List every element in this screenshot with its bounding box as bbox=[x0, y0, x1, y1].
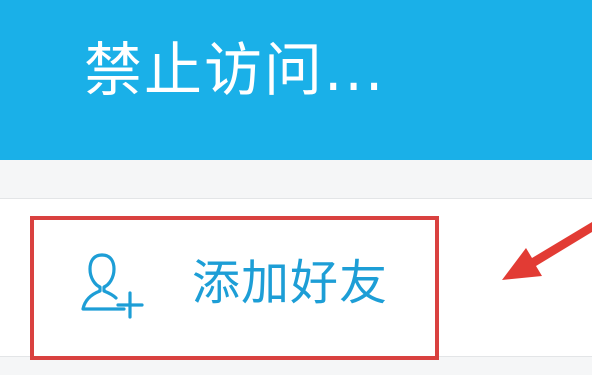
header-bar: 禁止访问... bbox=[0, 0, 592, 160]
highlight-box bbox=[30, 216, 439, 360]
section-spacer bbox=[0, 160, 592, 199]
page-title: 禁止访问... bbox=[84, 36, 386, 104]
arrow-icon bbox=[502, 222, 592, 280]
